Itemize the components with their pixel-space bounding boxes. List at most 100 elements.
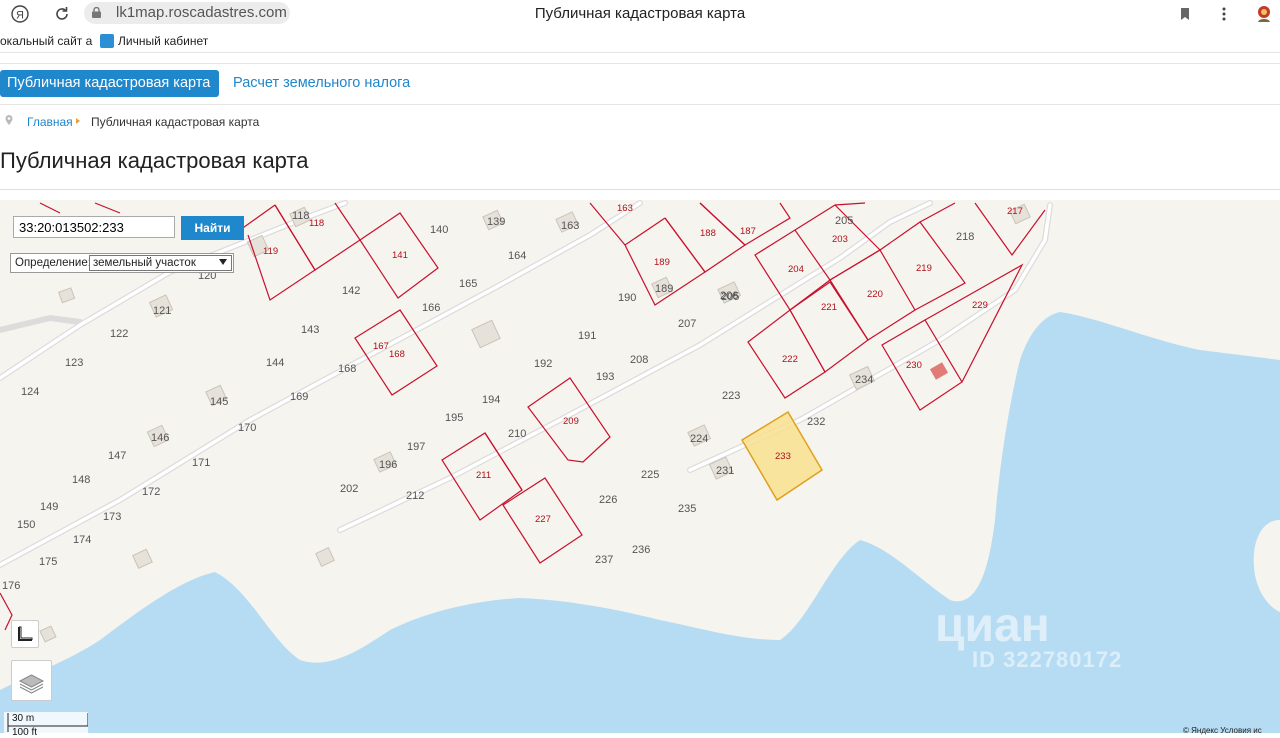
parcel-number-label: 212 bbox=[406, 490, 425, 502]
layers-button[interactable] bbox=[11, 660, 52, 701]
divider bbox=[0, 63, 1280, 64]
parcel-number-label: 147 bbox=[108, 450, 127, 462]
watermark-id: ID 322780172 bbox=[972, 647, 1123, 672]
parcel-number-label: 236 bbox=[632, 544, 651, 556]
bookmark-icon[interactable] bbox=[1175, 4, 1195, 24]
cabinet-icon bbox=[100, 34, 114, 48]
parcel-number-label: 164 bbox=[508, 250, 527, 262]
cadastral-number-label: 163 bbox=[617, 203, 633, 214]
svg-text:Я: Я bbox=[16, 10, 24, 22]
parcel-number-label: 191 bbox=[578, 330, 597, 342]
divider bbox=[0, 52, 1280, 53]
divider bbox=[0, 104, 1280, 105]
cadastral-number-label: 119 bbox=[263, 246, 279, 257]
parcel-number-label: 207 bbox=[678, 318, 697, 330]
cadastral-number-label: 209 bbox=[563, 416, 579, 427]
tab-title: Публичная кадастровая карта bbox=[534, 5, 746, 22]
divider bbox=[0, 189, 1280, 190]
cadastral-number-label: 189 bbox=[654, 257, 670, 268]
cadastral-number-label: 188 bbox=[700, 228, 716, 239]
parcel-number-label: 197 bbox=[407, 441, 426, 453]
definition-label: Определение: bbox=[15, 257, 91, 269]
bookmark-personal-cabinet[interactable]: Личный кабинет bbox=[118, 34, 208, 48]
parcel-number-label: 176 bbox=[2, 580, 21, 592]
parcel-number-label: 166 bbox=[422, 302, 441, 314]
parcel-number-label: 175 bbox=[39, 556, 58, 568]
cian-watermark: циан bbox=[935, 598, 1050, 653]
parcel-number-label: 210 bbox=[508, 428, 527, 440]
definition-select[interactable]: земельный участок bbox=[89, 255, 232, 271]
ruler-icon bbox=[18, 626, 33, 641]
cadastral-number-label: 217 bbox=[1007, 206, 1023, 217]
search-button[interactable]: Найти bbox=[181, 216, 244, 240]
building-number-label: 196 bbox=[379, 459, 398, 471]
address-bar[interactable]: lk1map.roscadastres.com bbox=[84, 2, 290, 24]
parcel-number-label: 237 bbox=[595, 554, 614, 566]
cadastral-number-label: 168 bbox=[389, 349, 405, 360]
parcel-number-label: 218 bbox=[956, 231, 975, 243]
parcel-number-label: 194 bbox=[482, 394, 501, 406]
address-text: lk1map.roscadastres.com bbox=[116, 4, 287, 21]
cadastral-number-label: 220 bbox=[867, 289, 883, 300]
parcel-number-label: 165 bbox=[459, 278, 478, 290]
avatar-icon[interactable] bbox=[1254, 4, 1274, 24]
bookmark-local-site[interactable]: окальный сайт а bbox=[0, 34, 92, 48]
ruler-button[interactable] bbox=[11, 620, 39, 648]
cadastral-number-label: 233 bbox=[775, 451, 791, 462]
breadcrumb-home[interactable]: Главная bbox=[27, 115, 73, 129]
watermark-brand: циан bbox=[935, 599, 1050, 652]
building-number-label: 224 bbox=[690, 433, 709, 445]
parcel-number-label: 223 bbox=[722, 390, 741, 402]
parcel-number-label: 225 bbox=[641, 469, 660, 481]
cadastral-number-label: 222 bbox=[782, 354, 798, 365]
parcel-number-label: 208 bbox=[630, 354, 649, 366]
parcel-number-label: 235 bbox=[678, 503, 697, 515]
building-number-label: 234 bbox=[855, 374, 874, 386]
bookmarks-bar: окальный сайт а Личный кабинет bbox=[0, 30, 1280, 52]
cadastral-number-label: 229 bbox=[972, 300, 988, 311]
cadastral-number-label: 167 bbox=[373, 341, 389, 352]
cadastral-number-label: 118 bbox=[309, 218, 325, 229]
parcel-number-label: 123 bbox=[65, 357, 84, 369]
tab-cadastral-map[interactable]: Публичная кадастровая карта bbox=[0, 70, 219, 97]
parcel-number-label: 149 bbox=[40, 501, 59, 513]
building-number-label: 139 bbox=[487, 216, 506, 228]
chevron-down-icon bbox=[219, 259, 227, 265]
cadastral-number-input[interactable] bbox=[13, 216, 175, 238]
cadastral-number-label: 219 bbox=[916, 263, 932, 274]
reload-icon[interactable] bbox=[52, 4, 72, 24]
tab-land-tax[interactable]: Расчет земельного налога bbox=[233, 75, 410, 91]
cadastral-number-label: 141 bbox=[392, 250, 408, 261]
cadastral-number-label: 187 bbox=[740, 226, 756, 237]
parcel-number-label: 226 bbox=[599, 494, 618, 506]
parcel-number-label: 140 bbox=[430, 224, 449, 236]
parcel-number-label: 202 bbox=[340, 483, 359, 495]
location-pin-icon bbox=[5, 115, 13, 125]
parcel-number-label: 205 bbox=[835, 215, 854, 227]
building-number-label: 146 bbox=[151, 432, 170, 444]
yandex-icon[interactable]: Я bbox=[10, 4, 30, 24]
parcel-number-label: 148 bbox=[72, 474, 91, 486]
definition-panel: Определение: земельный участок bbox=[10, 253, 234, 273]
parcel-number-label: 168 bbox=[338, 363, 357, 375]
building-number-label: 189 bbox=[655, 283, 674, 295]
parcel-number-label: 193 bbox=[596, 371, 615, 383]
parcel-number-label: 190 bbox=[618, 292, 637, 304]
map-copyright[interactable]: © Яндекс Условия ис bbox=[1183, 726, 1262, 735]
building-number-label: 145 bbox=[210, 396, 229, 408]
parcel-number-label: 171 bbox=[192, 457, 211, 469]
cadastral-number-label: 230 bbox=[906, 360, 922, 371]
parcel-number-label: 122 bbox=[110, 328, 129, 340]
menu-icon[interactable] bbox=[1214, 4, 1234, 24]
parcel-number-label: 232 bbox=[807, 416, 826, 428]
parcel-number-label: 192 bbox=[534, 358, 553, 370]
parcel-number-label: 170 bbox=[238, 422, 257, 434]
cadastral-number-label: 211 bbox=[476, 470, 492, 481]
breadcrumb-current: Публичная кадастровая карта bbox=[91, 115, 260, 129]
parcel-number-label: 174 bbox=[73, 534, 92, 546]
browser-toolbar: Я lk1map.roscadastres.com Публичная када… bbox=[0, 0, 1280, 28]
building-number-label: 231 bbox=[716, 465, 735, 477]
parcel-number-label: 124 bbox=[21, 386, 40, 398]
scale-label-metric: 30 m bbox=[12, 713, 35, 724]
breadcrumb-arrow-icon bbox=[76, 118, 80, 124]
